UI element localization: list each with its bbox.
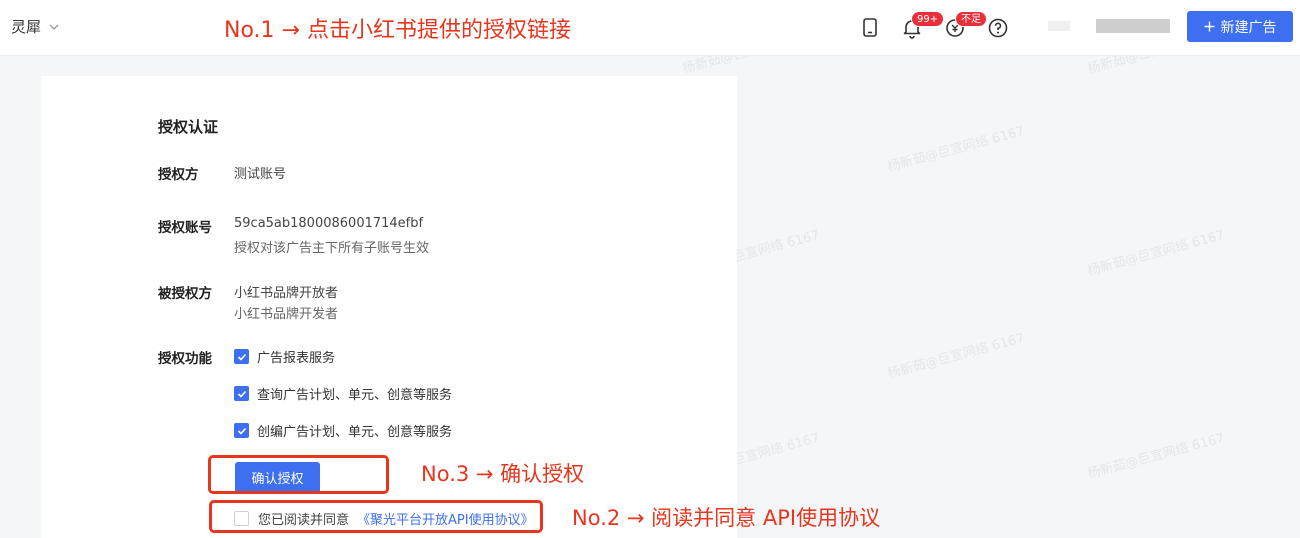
account-value: 59ca5ab1800086001714efbf	[234, 216, 424, 231]
function-label: 广告报表服务	[257, 351, 336, 366]
function-label: 创编广告计划、单元、创意等服务	[257, 425, 453, 440]
brand-switcher[interactable]: 灵犀	[11, 16, 59, 37]
watermark: 杨新茹@巨宣网络 6167	[885, 123, 1027, 175]
check-icon	[237, 427, 246, 435]
watermark: 杨新茹@巨宣网络 6167	[885, 330, 1027, 382]
annotation-box-agree	[209, 500, 543, 533]
party-label: 授权方	[158, 167, 199, 183]
grantee-line1: 小红书品牌开放者	[234, 286, 339, 301]
check-icon	[237, 353, 246, 361]
function-item[interactable]: 查询广告计划、单元、创意等服务	[234, 384, 452, 403]
party-value: 测试账号	[234, 167, 287, 182]
top-header: 灵犀 No.1 → 点击小红书提供的授权链接 99+ 不足 新建广告	[0, 0, 1300, 56]
new-ad-button[interactable]: 新建广告	[1187, 11, 1293, 42]
page-title: 授权认证	[158, 118, 219, 136]
account-note: 授权对该广告主下所有子账号生效	[234, 241, 430, 256]
checkbox-checked[interactable]	[234, 423, 249, 438]
function-item[interactable]: 广告报表服务	[234, 347, 335, 366]
help-icon[interactable]	[986, 16, 1010, 40]
functions-label: 授权功能	[158, 351, 212, 367]
check-icon	[237, 390, 246, 398]
tablet-icon[interactable]	[858, 16, 882, 40]
annotation-step3: No.3 → 确认授权	[421, 462, 585, 486]
watermark: 杨新茹@巨宣网络 6167	[1085, 227, 1227, 279]
account-label: 授权账号	[158, 220, 212, 236]
annotation-box-confirm	[208, 455, 389, 494]
plus-icon	[1204, 21, 1214, 32]
brand-name: 灵犀	[11, 18, 42, 36]
function-label: 查询广告计划、单元、创意等服务	[257, 388, 453, 403]
chevron-down-icon	[49, 24, 59, 30]
notification-badge: 99+	[911, 11, 945, 27]
grantee-line2: 小红书品牌开发者	[234, 307, 339, 322]
balance-badge: 不足	[955, 11, 987, 27]
new-ad-label: 新建广告	[1220, 19, 1277, 36]
user-account-blurred[interactable]	[1048, 19, 1170, 33]
checkbox-checked[interactable]	[234, 386, 249, 401]
function-item[interactable]: 创编广告计划、单元、创意等服务	[234, 421, 452, 440]
grantee-label: 被授权方	[158, 286, 212, 302]
checkbox-checked[interactable]	[234, 349, 249, 364]
auth-card: 授权认证 授权方 测试账号 授权账号 59ca5ab1800086001714e…	[41, 76, 737, 538]
watermark: 杨新茹@巨宣网络 6167	[1085, 430, 1227, 482]
annotation-step1: No.1 → 点击小红书提供的授权链接	[224, 18, 571, 43]
annotation-step2: No.2 → 阅读并同意 API使用协议	[572, 506, 881, 530]
